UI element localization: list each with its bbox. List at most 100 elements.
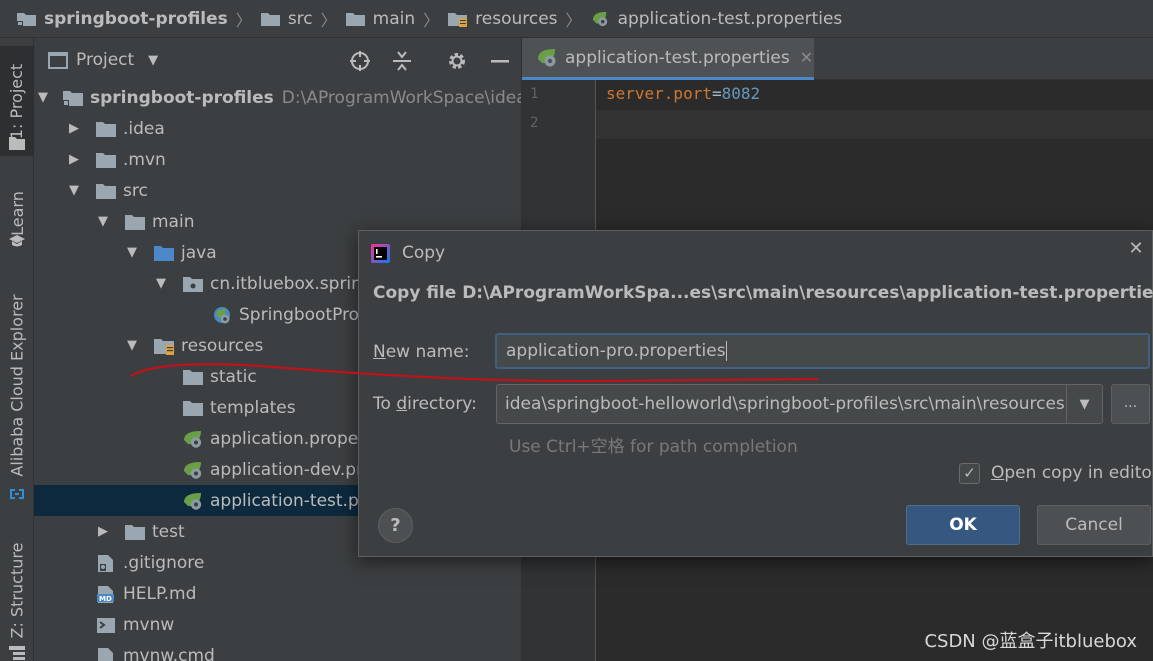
tree-item-label: HELP.md [123,583,197,604]
tab-label: application-test.properties [565,47,790,68]
browse-button[interactable]: ... [1111,384,1150,424]
intellij-app-icon [371,243,390,263]
tool-window-strip: 1: Project Learn Alibaba Cloud Explorer … [0,38,34,661]
spring-properties-icon [538,48,556,66]
tree-item-label: static [210,366,257,387]
spring-properties-icon [184,492,202,510]
tab-alibaba-cloud-explorer[interactable]: Alibaba Cloud Explorer [0,288,34,483]
watermark: CSDN @蓝盒子itbluebox [924,631,1137,652]
tree-item-label: .mvn [123,149,166,170]
breadcrumb-item-project[interactable]: springboot-profiles [16,9,228,29]
label-rest: pen copy in editor [1004,463,1153,483]
gear-icon[interactable] [446,50,468,72]
directory-value: idea\springboot-helloworld\springboot-pr… [505,394,1065,414]
chevron-right-icon[interactable]: ▶ [67,121,81,136]
folder-icon [96,183,116,199]
label-rest: irectory: [407,394,477,414]
breadcrumb-item-main[interactable]: main [345,9,415,29]
folder-icon [125,214,145,230]
tab-structure[interactable]: Z: Structure [0,538,34,643]
chevron-right-icon: 〉 [565,10,582,30]
text-cursor [725,341,727,361]
tree-root[interactable]: ▼ springboot-profiles D:\AProgramWorkSpa… [34,82,522,113]
close-icon[interactable]: ✕ [800,48,813,67]
tree-item-label: src [123,180,148,201]
chevron-right-icon[interactable]: ▶ [96,524,110,539]
close-icon[interactable]: ✕ [1126,239,1146,259]
mnemonic: N [373,342,386,362]
markdown-file-icon: MD [97,585,114,603]
new-name-input[interactable]: application-pro.properties [495,333,1150,369]
input-value: application-pro.properties [506,341,726,361]
locate-target-icon[interactable] [349,50,371,72]
tree-item-label: resources [181,335,264,356]
to-directory-label: To directory: [373,394,477,414]
tree-item-label: main [152,211,195,232]
new-name-label: New name: [373,342,469,362]
tree-item[interactable]: ▶ .mvn [34,144,521,175]
open-copy-label[interactable]: Open copy in editor [991,463,1153,483]
tree-item[interactable]: MD HELP.md [34,578,521,609]
chevron-down-icon[interactable]: ▼ [154,276,168,291]
shell-script-icon [97,617,115,633]
tree-item[interactable]: mvnw [34,609,521,640]
tree-item-label: .gitignore [123,552,205,573]
copy-dialog: Copy ✕ Copy file D:\AProgramWorkSpa...es… [358,230,1153,557]
chevron-down-icon[interactable]: ▼ [148,53,158,68]
resources-folder-icon [448,12,468,27]
to-directory-combo[interactable]: idea\springboot-helloworld\springboot-pr… [496,384,1103,424]
chevron-down-icon[interactable]: ▼ [38,90,48,105]
cancel-button[interactable]: Cancel [1037,505,1151,545]
open-copy-checkbox[interactable]: ✓ [959,463,980,484]
graduation-cap-icon [9,235,25,247]
tree-item-label: SpringbootPro [239,304,360,325]
tree-item-label: templates [210,397,296,418]
tree-item-label: .idea [123,118,165,139]
breadcrumb-label: application-test.properties [617,8,843,29]
breadcrumb-item-resources[interactable]: resources [447,8,558,29]
tab-application-test-properties[interactable]: application-test.properties ✕ [522,38,814,80]
project-view-selector[interactable]: Project [76,50,134,70]
svg-text:MD: MD [99,595,112,603]
collapse-all-icon[interactable] [391,50,413,72]
spring-properties-icon [184,430,202,448]
folder-icon [96,152,116,168]
code-line-1: server.port=8082 [606,84,760,103]
project-panel-header: Project ▼ [34,38,521,82]
help-button[interactable]: ? [378,508,413,543]
breadcrumb: springboot-profiles 〉 src 〉 main 〉 resou… [0,0,1153,38]
chevron-down-icon[interactable]: ▼ [67,183,81,198]
breadcrumb-item-file[interactable]: application-test.properties [590,8,843,29]
mnemonic: d [396,394,408,414]
tree-item-label: java [181,242,217,263]
breadcrumb-item-src[interactable]: src [260,9,313,29]
ok-button[interactable]: OK [906,505,1020,545]
folder-icon [9,137,25,150]
chevron-down-icon[interactable]: ▼ [125,338,139,353]
tab-learn-label: Learn [7,190,27,236]
chevron-down-icon[interactable]: ▼ [1066,385,1102,423]
hide-panel-icon[interactable] [489,50,511,72]
chevron-down-icon[interactable]: ▼ [125,245,139,260]
tree-root-label: springboot-profiles [90,87,274,108]
tree-item[interactable]: mvnw.cmd [34,640,521,661]
tree-item-label: mvnw [123,614,175,635]
module-folder-icon [63,90,83,106]
label-pre: To [373,394,397,414]
property-value: 8082 [721,84,761,103]
chevron-down-icon[interactable]: ▼ [96,214,110,229]
breadcrumb-label: src [287,8,313,29]
tree-item[interactable]: ▶ .idea [34,113,521,144]
tree-root-path: D:\AProgramWorkSpace\idea\s [281,87,522,108]
tree-item[interactable]: ▼ src [34,175,521,206]
dialog-title-bar: Copy [371,241,445,265]
property-separator: = [711,84,722,103]
tab-structure-label: Z: Structure [7,542,27,639]
folder-icon [183,400,203,416]
spring-properties-icon [592,11,607,26]
folder-icon [125,524,145,540]
tree-item-label: mvnw.cmd [123,645,215,661]
folder-icon [96,121,116,137]
breadcrumb-label: resources [475,8,558,29]
chevron-right-icon[interactable]: ▶ [67,152,81,167]
